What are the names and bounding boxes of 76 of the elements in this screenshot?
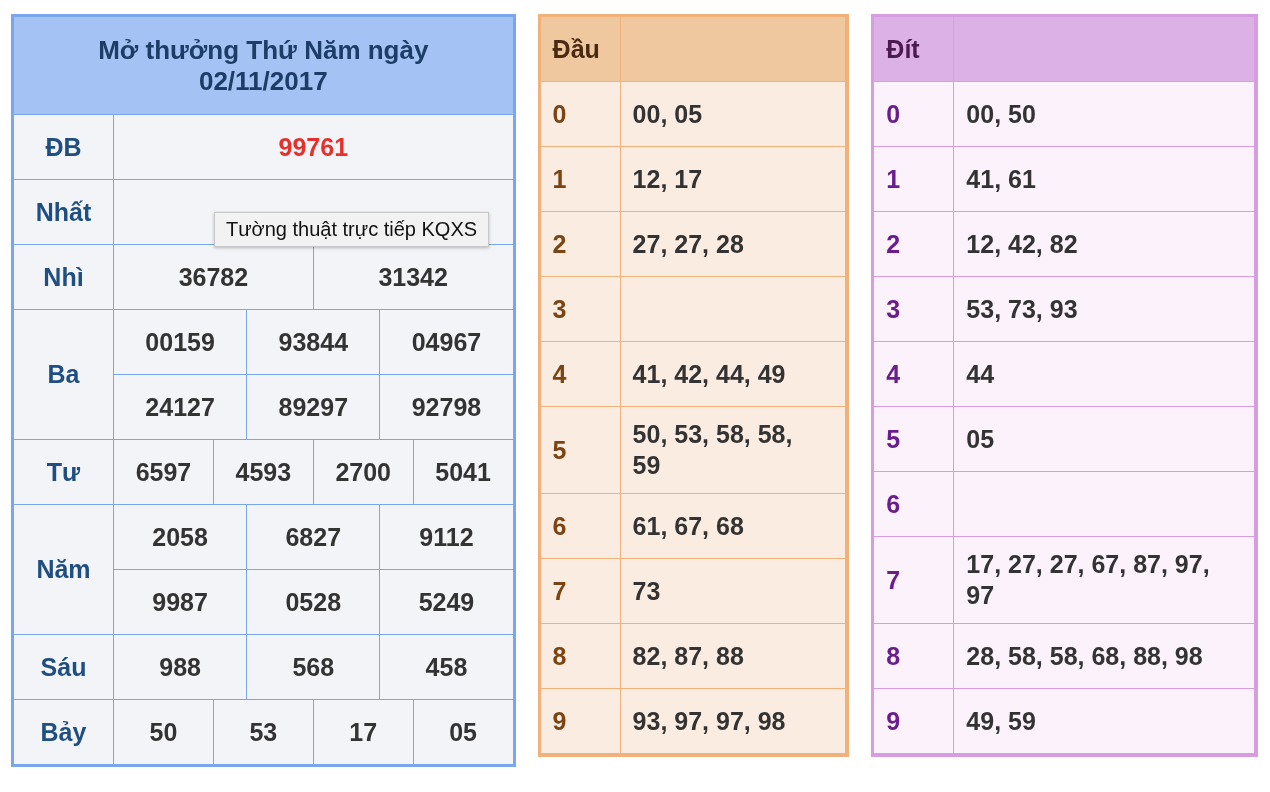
prize-label: Nhì xyxy=(43,262,84,292)
prize-number: 05 xyxy=(449,717,478,747)
prize-label: Tư xyxy=(46,457,81,487)
results-title: Mở thưởng Thứ Năm ngày 02/11/2017 xyxy=(98,34,429,97)
digit-label: 5 xyxy=(886,424,901,454)
prize-number: 99761 xyxy=(278,132,349,162)
prize-label: Năm xyxy=(36,555,91,584)
prize-number: 458 xyxy=(425,652,468,682)
digit-label: 6 xyxy=(552,511,567,541)
prize-label: Nhất xyxy=(35,197,92,227)
prize-number: 5041 xyxy=(435,457,491,487)
digit-label: 3 xyxy=(552,294,567,324)
prize-number: 0528 xyxy=(285,587,342,617)
prize-number: 9112 xyxy=(419,522,474,552)
prize-number: 9987 xyxy=(152,587,208,617)
number-list: 00, 05 xyxy=(632,98,703,130)
prize-number: 89297 xyxy=(278,392,349,422)
prize-label: Bảy xyxy=(40,717,87,747)
prize-number: 92798 xyxy=(411,392,482,422)
number-list: 53, 73, 93 xyxy=(966,293,1078,325)
number-list: 44 xyxy=(966,358,995,390)
prize-number: 53 xyxy=(249,717,278,747)
number-list: 00, 50 xyxy=(966,98,1036,130)
digit-label: 7 xyxy=(552,576,567,606)
prize-number: 2700 xyxy=(335,457,392,487)
prize-number: 2058 xyxy=(152,522,208,552)
digit-label: 0 xyxy=(552,99,567,129)
digit-label: 9 xyxy=(886,706,901,736)
number-list: 17, 27, 27, 67, 87, 97, 97 xyxy=(966,549,1242,611)
digit-label: 1 xyxy=(552,164,567,194)
digit-label: 8 xyxy=(552,641,567,671)
prize-number: 04967 xyxy=(411,327,482,357)
digit-label: 1 xyxy=(886,164,901,194)
digit-label: 7 xyxy=(886,565,901,595)
number-list: 49, 59 xyxy=(966,705,1036,737)
digit-label: 3 xyxy=(886,294,901,324)
number-list: 12, 42, 82 xyxy=(966,228,1078,260)
prize-number: 568 xyxy=(292,652,335,682)
prize-number: 00159 xyxy=(145,327,215,357)
prize-number: 24127 xyxy=(145,392,215,422)
number-list: 61, 67, 68 xyxy=(632,510,744,542)
digit-label: 9 xyxy=(552,706,567,736)
prize-label: Ba xyxy=(47,360,80,389)
number-list: 12, 17 xyxy=(632,163,703,195)
prize-number: 988 xyxy=(159,652,201,682)
tooltip: Tường thuật trực tiếp KQXS xyxy=(214,212,490,247)
number-list: 93, 97, 97, 98 xyxy=(632,705,786,737)
prize-number: 93844 xyxy=(278,327,349,357)
column-heading: Đầu xyxy=(552,34,600,64)
column-heading: Đít xyxy=(886,34,920,64)
number-list: 82, 87, 88 xyxy=(632,640,744,672)
prize-number: 6827 xyxy=(285,522,342,552)
number-list: 05 xyxy=(966,423,995,455)
number-list: 28, 58, 58, 68, 88, 98 xyxy=(966,640,1203,672)
digit-label: 2 xyxy=(886,229,901,259)
prize-label: ĐB xyxy=(45,132,82,162)
prize-number: 36782 xyxy=(178,262,249,292)
prize-number: 4593 xyxy=(235,457,292,487)
number-list: 27, 27, 28 xyxy=(632,228,744,260)
digit-label: 8 xyxy=(886,641,901,671)
prize-number: 17 xyxy=(349,717,378,747)
prize-number: 50 xyxy=(149,717,178,747)
prize-number: 6597 xyxy=(135,457,192,487)
number-list: 73 xyxy=(632,575,661,607)
digit-label: 2 xyxy=(552,229,567,259)
number-list: 41, 61 xyxy=(966,163,1036,195)
prize-number: 5249 xyxy=(418,587,475,617)
digit-label: 5 xyxy=(552,435,567,465)
digit-label: 6 xyxy=(886,489,901,519)
digit-label: 4 xyxy=(886,359,901,389)
digit-label: 0 xyxy=(886,99,901,129)
prize-label: Sáu xyxy=(40,652,87,682)
number-list: 41, 42, 44, 49 xyxy=(632,358,786,390)
number-list: 50, 53, 58, 58, 59 xyxy=(632,419,816,481)
prize-number: 31342 xyxy=(378,262,448,292)
digit-label: 4 xyxy=(552,359,567,389)
